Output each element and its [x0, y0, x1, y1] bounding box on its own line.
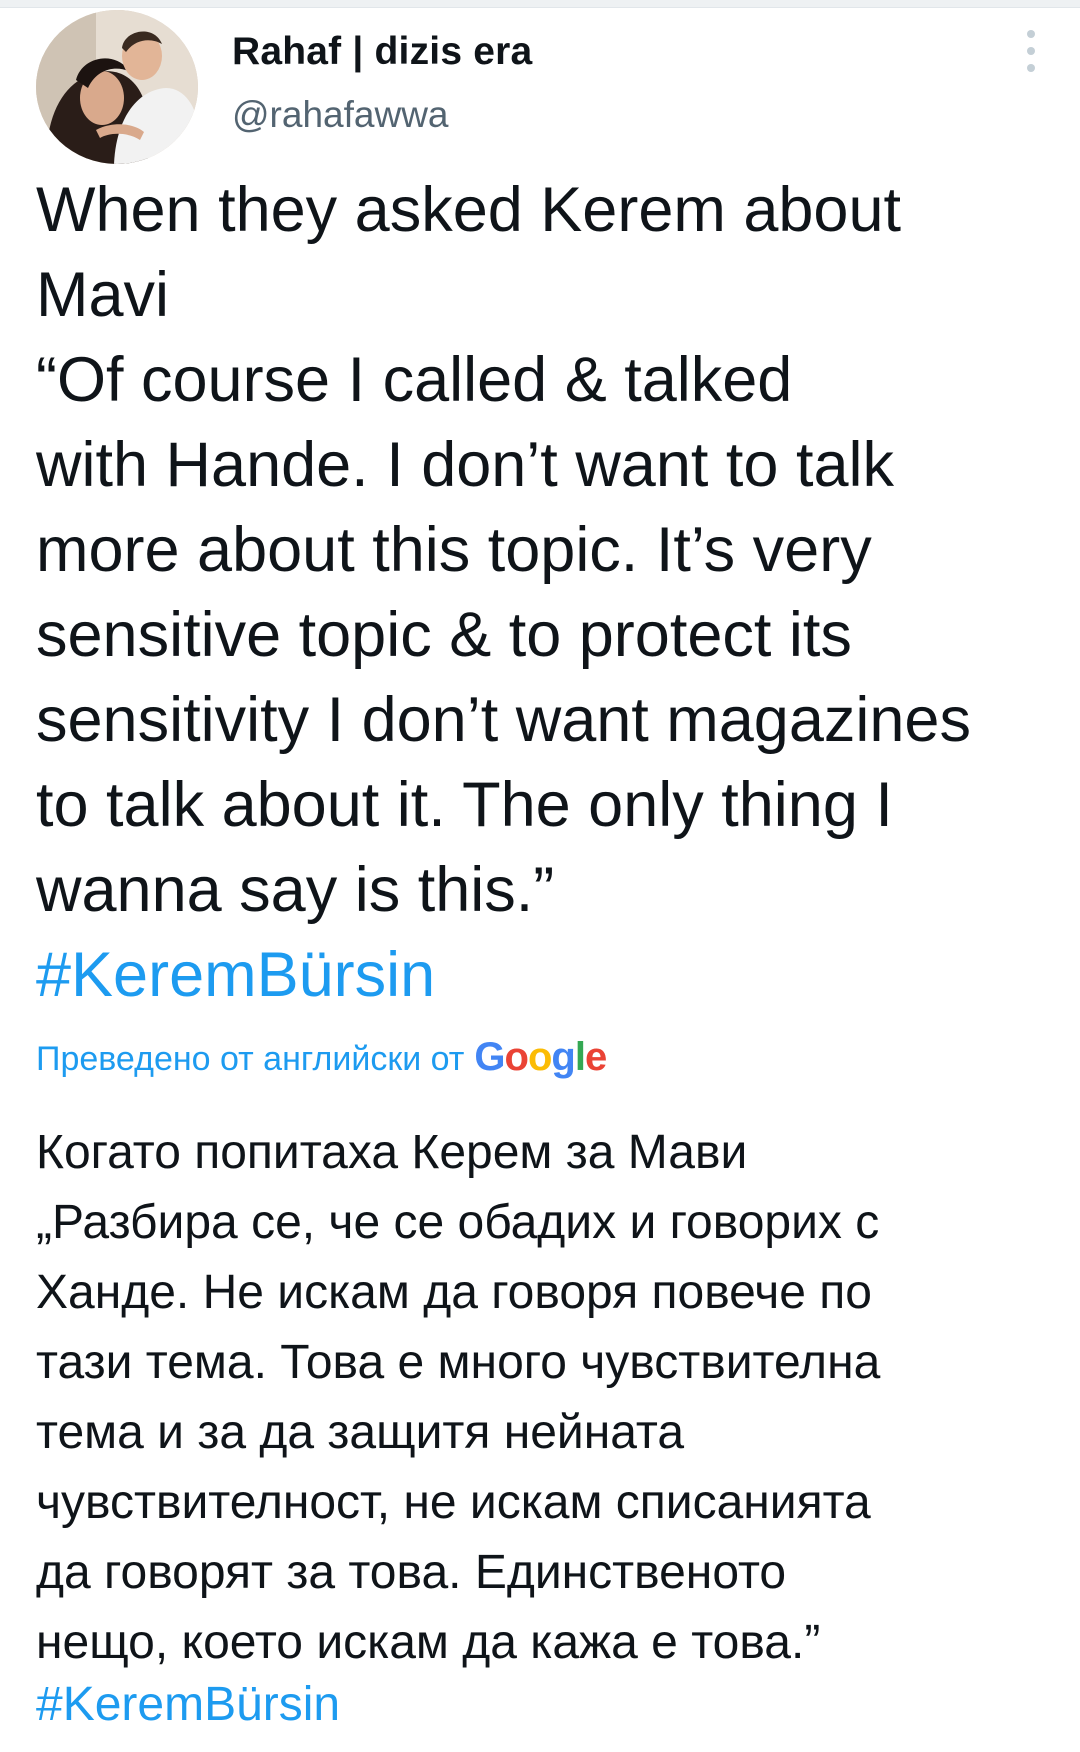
google-logo: Google — [474, 1035, 607, 1079]
more-vertical-icon[interactable] — [1016, 26, 1046, 76]
avatar[interactable] — [36, 10, 198, 164]
translated-hashtag-link[interactable]: #KeremBürsin — [36, 1670, 340, 1740]
hashtag-link[interactable]: #KeremBürsin — [36, 933, 435, 1018]
translation-attribution: Преведено от английски от Google — [36, 1035, 607, 1080]
author-name[interactable]: Rahaf | dizis era — [232, 30, 532, 74]
translated-tweet-text: Когато попитаха Керем за Мави „Разбира с… — [36, 1126, 881, 1669]
tweet-text: When they asked Kerem about Mavi “Of cou… — [36, 175, 971, 925]
top-divider — [0, 0, 1080, 8]
tweet-header: Rahaf | dizis era @rahafawwa — [36, 10, 1046, 164]
more-dot — [1027, 47, 1035, 55]
more-dot — [1027, 64, 1035, 72]
author-handle[interactable]: @rahafawwa — [232, 94, 449, 136]
translation-label[interactable]: Преведено от английски от — [36, 1040, 464, 1079]
more-dot — [1027, 30, 1035, 38]
avatar-photo — [36, 10, 198, 164]
